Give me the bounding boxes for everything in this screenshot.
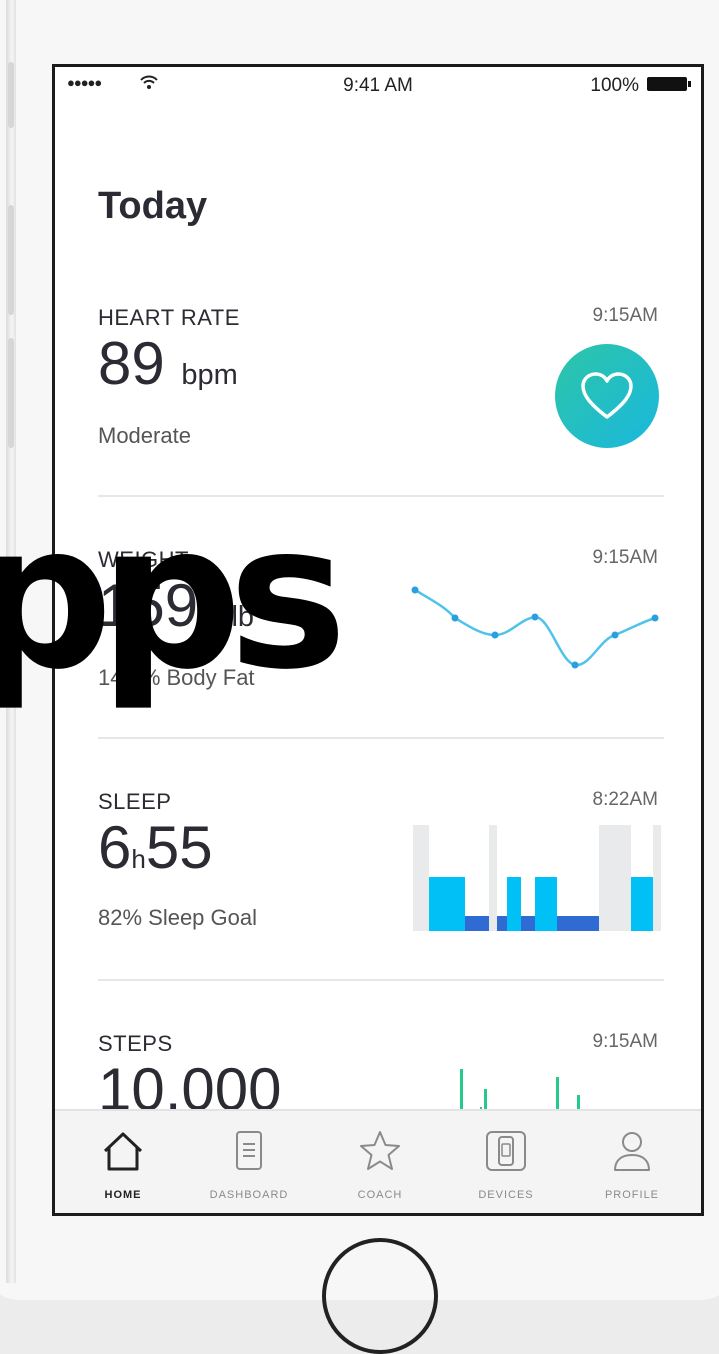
battery-icon [647, 77, 691, 91]
steps-activity-chart [460, 1069, 580, 1115]
tab-dashboard[interactable]: DASHBOARD [184, 1129, 314, 1201]
tab-coach[interactable]: COACH [315, 1129, 445, 1201]
sleep-goal-text: 82% Sleep Goal [98, 905, 257, 930]
status-bar: ●●●●● 9:41 AM 100% [55, 67, 701, 105]
heart-rate-status: Moderate [98, 423, 191, 448]
weight-point [651, 614, 659, 622]
profile-icon [614, 1132, 650, 1171]
heart-rate-unit: bpm [181, 359, 238, 391]
heart-rate-value: 89 bpm [98, 329, 238, 398]
divider [98, 737, 664, 739]
heart-rate-badge[interactable] [555, 344, 659, 448]
home-button[interactable] [322, 1238, 438, 1354]
divider [98, 979, 664, 981]
sleep-light-bar [521, 916, 535, 931]
heart-icon [581, 372, 633, 419]
sleep-time: 8:22AM [592, 789, 658, 810]
volume-up-button [8, 205, 14, 315]
weight-point [451, 614, 459, 622]
overlay-text: pps [0, 481, 347, 714]
weight-point [411, 586, 419, 594]
sleep-value: 6h55 [98, 813, 213, 882]
sleep-deep-bar [535, 877, 557, 931]
sleep-deep-bar [429, 877, 465, 931]
weight-point [531, 613, 539, 621]
volume-down-button [8, 338, 14, 448]
home-icon [103, 1132, 143, 1171]
sleep-hours-unit: h [131, 844, 146, 874]
page-title: Today [98, 185, 208, 227]
tab-coach-label: COACH [357, 1189, 403, 1201]
tab-devices[interactable]: DEVICES [441, 1129, 571, 1201]
sleep-light-bar [497, 916, 507, 931]
tab-home-label: HOME [104, 1189, 142, 1201]
sleep-awake-bar [599, 825, 631, 931]
sleep-awake-bar [653, 825, 661, 931]
weight-point [491, 631, 499, 639]
sleep-light-bar [557, 916, 599, 931]
sleep-minutes: 55 [145, 814, 213, 881]
tab-bar: HOME DASHBOARD COACH DEVICES PROFILE [55, 1109, 701, 1213]
heart-rate-label: HEART RATE [98, 305, 240, 330]
dashboard-icon [236, 1131, 262, 1170]
tab-home[interactable]: HOME [58, 1129, 188, 1201]
heart-rate-time: 9:15AM [592, 305, 658, 326]
tab-devices-label: DEVICES [478, 1189, 534, 1201]
weight-time: 9:15AM [592, 547, 658, 568]
weight-point [571, 661, 579, 669]
weight-point [611, 631, 619, 639]
watch-icon [486, 1131, 526, 1171]
sleep-hours: 6 [98, 814, 132, 881]
weight-trend-chart [411, 586, 659, 669]
sleep-awake-bar [489, 825, 497, 931]
steps-label: STEPS [98, 1031, 173, 1056]
sleep-deep-bar [507, 877, 521, 931]
star-icon [360, 1131, 400, 1170]
mute-switch [8, 62, 14, 128]
tab-dashboard-label: DASHBOARD [209, 1189, 289, 1201]
sleep-awake-bar [413, 825, 429, 931]
heart-rate-number: 89 [98, 330, 165, 397]
sleep-stages-chart [413, 825, 661, 931]
sleep-deep-bar [631, 877, 653, 931]
sleep-label: SLEEP [98, 789, 172, 814]
tab-profile[interactable]: PROFILE [567, 1129, 697, 1201]
battery-percent: 100% [590, 75, 639, 96]
steps-time: 9:15AM [592, 1031, 658, 1052]
sleep-light-bar [465, 916, 489, 931]
tab-profile-label: PROFILE [604, 1189, 660, 1201]
